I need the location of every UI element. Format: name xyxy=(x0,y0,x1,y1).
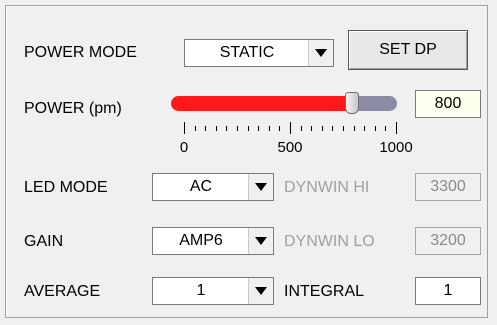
scale-tick xyxy=(237,126,238,131)
power-mode-select[interactable]: STATIC xyxy=(184,39,334,67)
led-mode-value: AC xyxy=(189,178,213,195)
power-slider-fill xyxy=(171,96,352,111)
power-slider-thumb[interactable] xyxy=(344,92,359,114)
gain-value: AMP6 xyxy=(179,232,223,249)
scale-tick xyxy=(332,126,334,131)
chevron-down-icon xyxy=(255,237,267,245)
scale-label-0: 0 xyxy=(179,139,189,156)
dynwin-hi-input: 3300 xyxy=(415,173,481,201)
scale-tick xyxy=(258,126,260,131)
power-value-input[interactable]: 800 xyxy=(415,90,481,118)
scale-tick xyxy=(385,126,387,131)
integral-label: INTEGRAL xyxy=(284,283,365,300)
dynwin-hi-label: DYNWIN HI xyxy=(284,179,370,196)
scale-tick xyxy=(194,126,196,131)
average-value: 1 xyxy=(196,282,206,299)
chevron-down-icon xyxy=(255,287,267,295)
scale-tick xyxy=(311,126,313,131)
dynwin-lo-label: DYNWIN LO xyxy=(284,233,375,250)
scale-tick xyxy=(321,126,323,131)
chevron-down-icon xyxy=(315,49,327,57)
led-mode-select[interactable]: AC xyxy=(152,173,274,201)
scale-tick xyxy=(374,126,376,131)
set-dp-button[interactable]: SET DP xyxy=(348,30,468,70)
scale-tick xyxy=(343,126,344,131)
power-slider-track[interactable] xyxy=(171,96,397,111)
power-slider[interactable] xyxy=(171,92,397,114)
scale-tick xyxy=(226,126,228,131)
scale-tick xyxy=(279,126,281,131)
scale-tick xyxy=(353,126,355,131)
scale-tick xyxy=(290,122,291,134)
gain-select[interactable]: AMP6 xyxy=(152,227,274,255)
power-mode-value: STATIC xyxy=(219,44,275,61)
led-mode-dropdown-button[interactable] xyxy=(248,174,273,200)
integral-input[interactable]: 1 xyxy=(415,277,481,305)
chevron-down-icon xyxy=(255,183,267,191)
average-select[interactable]: 1 xyxy=(152,277,274,305)
scale-label-500: 500 xyxy=(277,139,303,156)
average-label: AVERAGE xyxy=(24,283,101,300)
scale-tick xyxy=(300,126,302,131)
scale-label-1000: 1000 xyxy=(379,139,413,156)
power-label: POWER (pm) xyxy=(24,100,122,117)
scale-tick xyxy=(215,126,217,131)
scale-tick xyxy=(268,126,270,131)
average-dropdown-button[interactable] xyxy=(248,278,273,304)
power-scale: 0 500 1000 xyxy=(174,122,413,162)
scale-tick xyxy=(364,126,366,131)
gain-dropdown-button[interactable] xyxy=(248,228,273,254)
power-mode-label: POWER MODE xyxy=(24,44,137,61)
scale-tick xyxy=(205,126,207,131)
dynwin-lo-input: 3200 xyxy=(415,227,481,255)
scale-tick xyxy=(247,126,249,131)
scale-tick xyxy=(396,122,397,134)
gain-label: GAIN xyxy=(24,233,64,250)
power-mode-dropdown-button[interactable] xyxy=(308,40,333,66)
led-mode-label: LED MODE xyxy=(24,179,108,196)
scale-tick xyxy=(184,122,185,134)
settings-panel: POWER MODE STATIC SET DP POWER (pm) 800 … xyxy=(5,5,488,318)
